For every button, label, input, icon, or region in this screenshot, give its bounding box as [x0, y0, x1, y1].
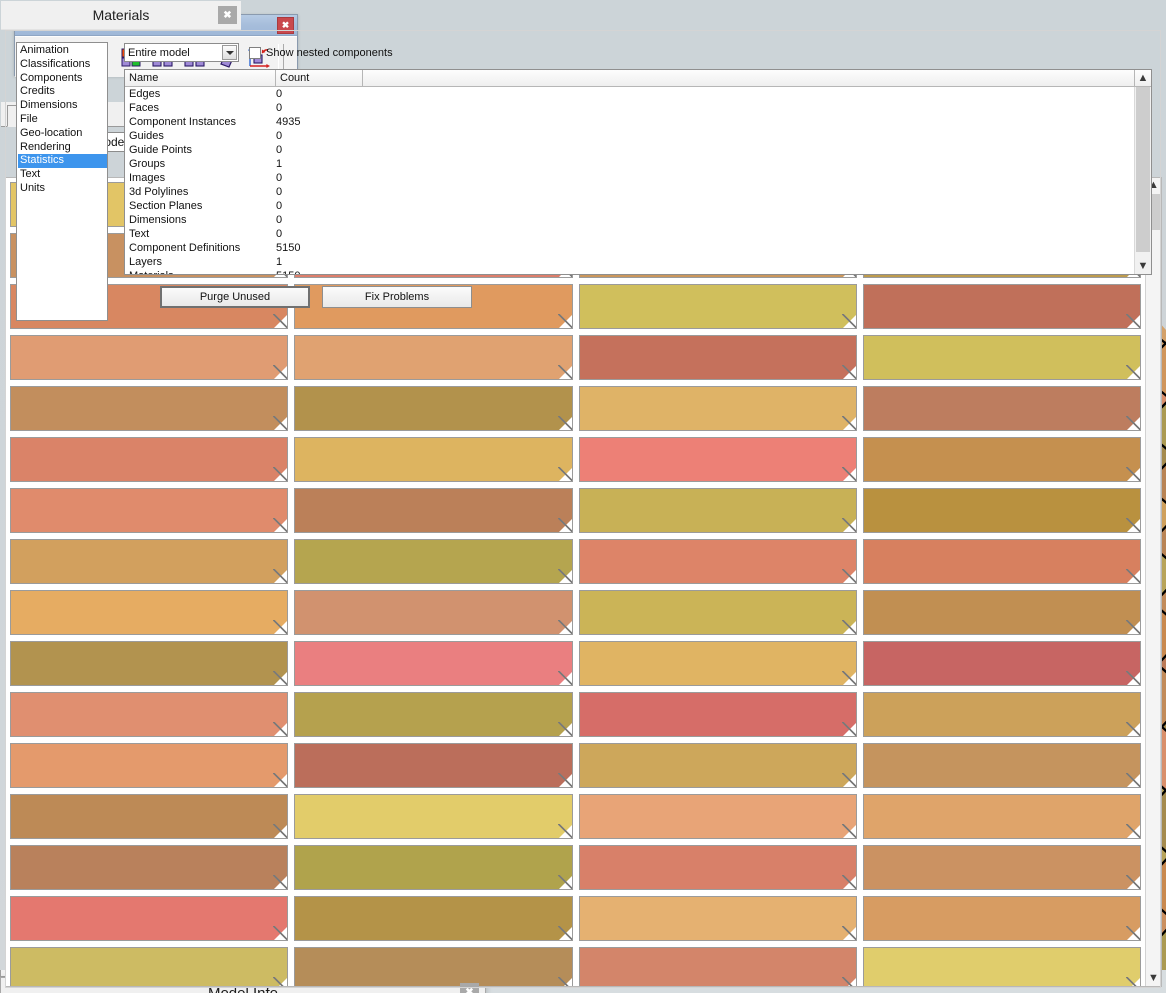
cell-name: Guides — [129, 130, 164, 142]
roof-tile[interactable] — [1160, 260, 1166, 317]
cell-name: Component Definitions — [129, 242, 241, 254]
cell-count: 0 — [276, 186, 283, 198]
materials-titlebar[interactable]: Materials ✖ — [1, 1, 241, 30]
cell-count: 4935 — [276, 116, 301, 128]
cell-name: Groups — [129, 158, 166, 170]
cell-count: 0 — [276, 144, 283, 156]
table-scroll-up-button[interactable]: ▲ — [1135, 70, 1151, 87]
table-row[interactable]: Faces 0 — [125, 101, 1134, 115]
model-info-category-geo-location[interactable]: Geo-location — [18, 127, 107, 141]
column-header-blank[interactable] — [363, 70, 1135, 87]
model-info-category-units[interactable]: Units — [18, 182, 107, 196]
statistics-table[interactable]: Name Count ▲ Edges 0 Faces 0 Component Insta… — [124, 69, 1152, 275]
model-info-category-file[interactable]: File — [18, 113, 107, 127]
cell-name: 3d Polylines — [129, 186, 189, 198]
cell-count: 0 — [276, 200, 283, 212]
table-row[interactable]: Edges 0 — [125, 87, 1134, 101]
materials-close-button[interactable]: ✖ — [218, 6, 237, 24]
scope-value: Entire model — [128, 46, 190, 59]
cell-count: 0 — [276, 228, 283, 240]
model-info-category-dimensions[interactable]: Dimensions — [18, 99, 107, 113]
table-row[interactable]: Component Instances 4935 — [125, 115, 1134, 129]
cell-name: Edges — [129, 88, 161, 100]
cell-name: Dimensions — [129, 214, 187, 226]
cell-name: Images — [129, 172, 166, 184]
table-row[interactable]: Images 0 — [125, 171, 1134, 185]
cell-count: 0 — [276, 214, 283, 226]
table-row[interactable]: Component Definitions 5150 — [125, 241, 1134, 255]
cell-name: Section Planes — [129, 200, 203, 212]
cell-count: 5150 — [276, 270, 363, 274]
table-row[interactable]: Guide Points 0 — [125, 143, 1134, 157]
model-info-category-credits[interactable]: Credits — [18, 85, 107, 99]
table-vertical-scrollbar[interactable]: ▼ — [1134, 87, 1151, 274]
table-row[interactable]: 3d Polylines 0 — [125, 185, 1134, 199]
table-body-wrap: Edges 0 Faces 0 Component Instances 4935 Guide… — [125, 87, 1151, 274]
cell-name: Text — [129, 228, 150, 240]
cell-name: Materials — [125, 270, 276, 274]
table-row[interactable]: Layers 1 — [125, 255, 1134, 269]
cell-name: Faces — [129, 102, 159, 114]
column-header-name[interactable]: Name — [125, 70, 276, 87]
model-info-dialog[interactable]: Model Info ✖ Animation Classifications Com… — [0, 30, 1161, 993]
cell-count: 0 — [276, 102, 283, 114]
table-row[interactable]: Materials5150 — [125, 269, 1134, 274]
cell-name: Layers — [129, 256, 163, 268]
table-body[interactable]: Edges 0 Faces 0 Component Instances 4935 Guide… — [125, 87, 1134, 274]
table-row[interactable]: Dimensions 0 — [125, 213, 1134, 227]
cell-count: 0 — [276, 172, 283, 184]
purge-unused-button[interactable]: Purge Unused — [160, 286, 310, 308]
column-header-count[interactable]: Count — [276, 70, 363, 87]
cell-name: Component Instances — [129, 116, 237, 128]
fix-problems-button[interactable]: Fix Problems — [322, 286, 472, 308]
cell-count: 0 — [276, 130, 283, 142]
checkbox-box[interactable] — [249, 46, 261, 59]
table-header-row: Name Count ▲ — [125, 70, 1151, 87]
table-row[interactable]: Text 0 — [125, 227, 1134, 241]
model-info-category-text[interactable]: Text — [18, 168, 107, 182]
model-info-content: Entire model Show nested components Name… — [124, 42, 1152, 977]
cell-count: 1 — [276, 158, 283, 170]
cell-count: 0 — [276, 88, 283, 100]
cell-count: 1 — [276, 256, 283, 268]
cell-count: 5150 — [276, 242, 301, 254]
model-info-category-components[interactable]: Components — [18, 72, 107, 86]
model-info-buttons: Purge Unused Fix Problems — [160, 286, 1152, 308]
model-info-category-statistics[interactable]: Statistics — [18, 154, 107, 169]
model-info-category-animation[interactable]: Animation — [18, 44, 107, 58]
model-info-body: Animation Classifications Components Credit… — [5, 30, 1161, 988]
app-root: s4u-Transformer ✖ — [0, 0, 1166, 993]
model-info-category-rendering[interactable]: Rendering — [18, 141, 107, 155]
chevron-down-icon[interactable] — [222, 45, 237, 60]
show-nested-components-label: Show nested components — [266, 46, 393, 59]
table-row[interactable]: Section Planes 0 — [125, 199, 1134, 213]
table-scrollbar-thumb[interactable] — [1136, 87, 1150, 252]
scope-select[interactable]: Entire model — [124, 43, 239, 62]
table-row[interactable]: Groups 1 — [125, 157, 1134, 171]
statistics-controls: Entire model Show nested components — [124, 42, 1152, 63]
model-info-category-classifications[interactable]: Classifications — [18, 58, 107, 72]
show-nested-components-checkbox[interactable]: Show nested components — [249, 46, 393, 59]
model-info-category-list[interactable]: Animation Classifications Components Credit… — [16, 42, 108, 321]
materials-title: Materials — [92, 7, 150, 23]
table-scroll-down-button[interactable]: ▼ — [1135, 259, 1151, 274]
cell-name: Guide Points — [129, 144, 192, 156]
table-row[interactable]: Guides 0 — [125, 129, 1134, 143]
